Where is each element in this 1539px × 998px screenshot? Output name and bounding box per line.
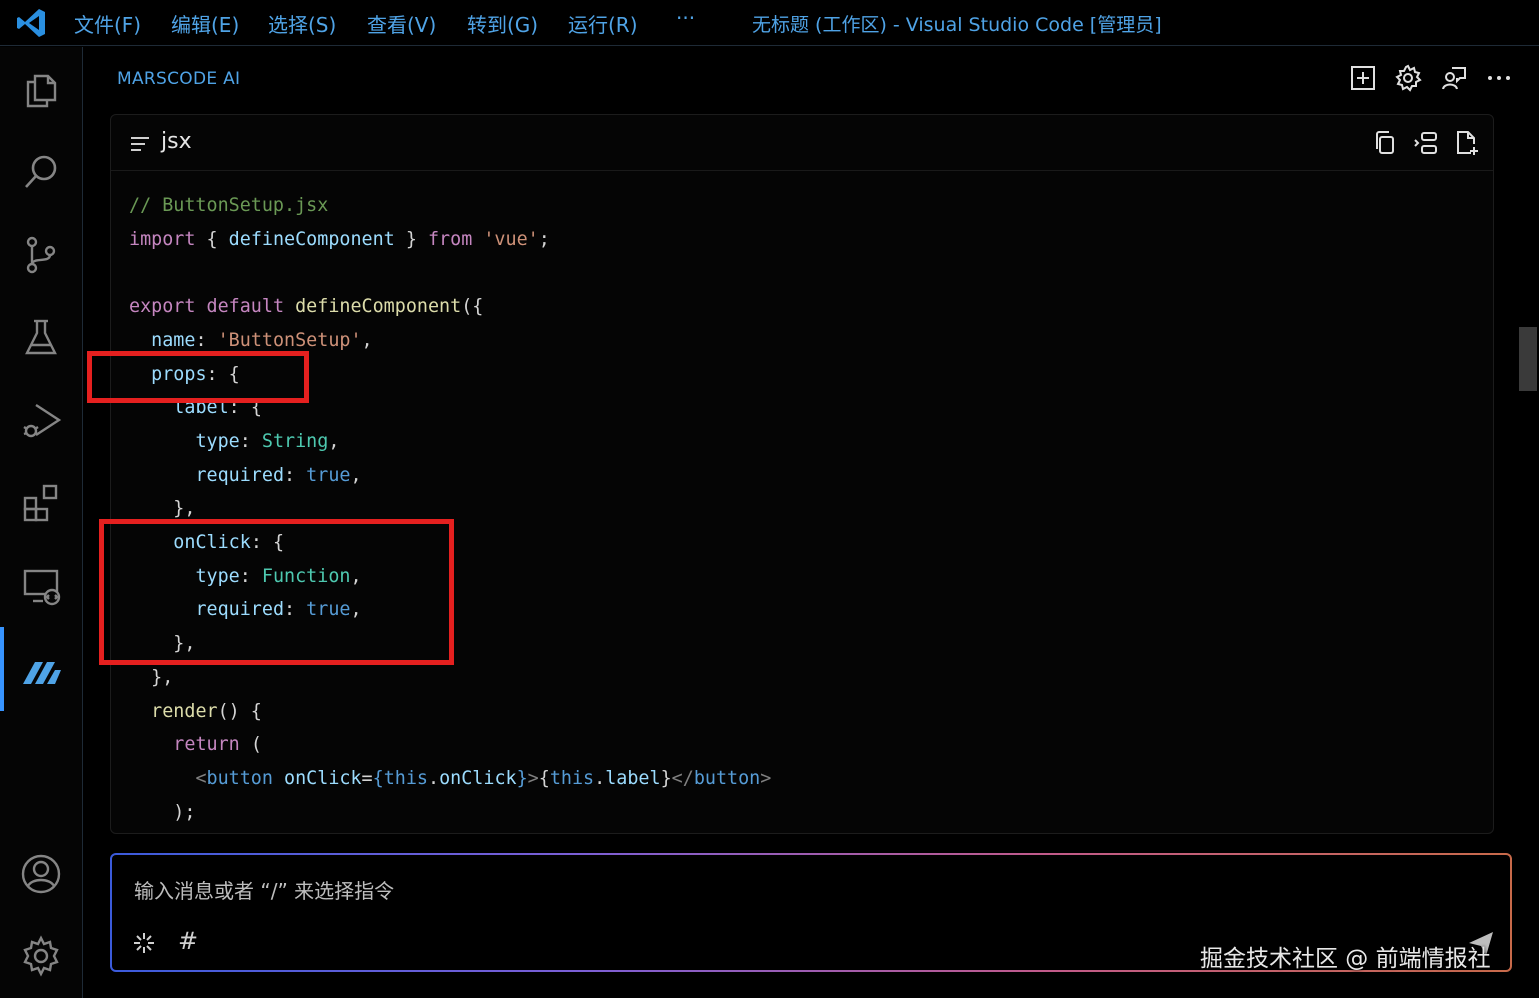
explorer-icon[interactable] (16, 65, 66, 115)
code-block: jsx // ButtonSetup.jsx import { defineCom… (110, 114, 1494, 834)
code-content: // ButtonSetup.jsx import { defineCompone… (129, 189, 771, 829)
menu-run[interactable]: 运行(R) (568, 9, 638, 38)
search-icon[interactable] (16, 147, 66, 197)
insert-icon[interactable] (1412, 129, 1440, 157)
marscode-panel: MARSCODE AI jsx // ButtonSetup.jsx import… (84, 47, 1539, 998)
new-chat-icon[interactable] (1346, 61, 1380, 95)
menu-file[interactable]: 文件(F) (74, 9, 141, 38)
code-line: // ButtonSetup.jsx (129, 195, 329, 216)
source-control-icon[interactable] (16, 230, 66, 280)
menu-selection[interactable]: 选择(S) (268, 9, 336, 38)
marscode-icon[interactable] (16, 645, 66, 695)
run-debug-icon[interactable] (16, 395, 66, 445)
activity-bar (0, 47, 83, 998)
remote-explorer-icon[interactable] (16, 561, 66, 611)
code-line: export default defineComponent({ (129, 296, 484, 318)
code-line: ); (173, 801, 196, 823)
menu-edit[interactable]: 编辑(E) (171, 9, 239, 38)
code-block-header: jsx (111, 115, 1493, 171)
menu-more[interactable]: ··· (676, 6, 695, 30)
window-title: 无标题 (工作区) - Visual Studio Code [管理员] (752, 14, 1162, 36)
menu-go[interactable]: 转到(G) (467, 9, 538, 38)
code-line: <button onClick={this.onClick}>{this.lab… (195, 767, 772, 789)
active-indicator (0, 627, 4, 711)
code-line: return ( (173, 734, 262, 756)
highlight-box-onclick (99, 519, 454, 665)
more-icon[interactable] (1482, 61, 1516, 95)
vscode-logo-icon (17, 9, 45, 37)
code-line: required: true, (195, 464, 362, 486)
hash-icon[interactable]: # (178, 927, 198, 955)
code-line: type: String, (195, 430, 340, 452)
menu-view[interactable]: 查看(V) (367, 9, 436, 38)
panel-title: MARSCODE AI (117, 69, 241, 89)
list-icon (131, 137, 149, 151)
code-line: import { defineComponent } from 'vue'; (129, 228, 550, 250)
code-line: render() { (151, 700, 262, 722)
copy-icon[interactable] (1371, 129, 1399, 157)
extensions-icon[interactable] (16, 477, 66, 527)
scrollbar-thumb[interactable] (1519, 327, 1537, 391)
code-language-label: jsx (161, 129, 192, 154)
chat-input-placeholder[interactable]: 输入消息或者 “/” 来选择指令 (134, 875, 394, 904)
sparkle-icon[interactable] (132, 931, 156, 955)
feedback-icon[interactable] (1437, 61, 1471, 95)
title-bar: 文件(F) 编辑(E) 选择(S) 查看(V) 转到(G) 运行(R) ··· … (0, 0, 1539, 46)
highlight-box-props (87, 351, 309, 403)
watermark: 掘金技术社区 @ 前端情报社 (1200, 946, 1491, 972)
code-line: }, (151, 666, 174, 688)
testing-icon[interactable] (16, 312, 66, 362)
new-file-icon[interactable] (1453, 129, 1481, 157)
settings-gear-icon[interactable] (16, 931, 66, 981)
gear-icon[interactable] (1391, 61, 1425, 95)
account-icon[interactable] (16, 849, 66, 899)
